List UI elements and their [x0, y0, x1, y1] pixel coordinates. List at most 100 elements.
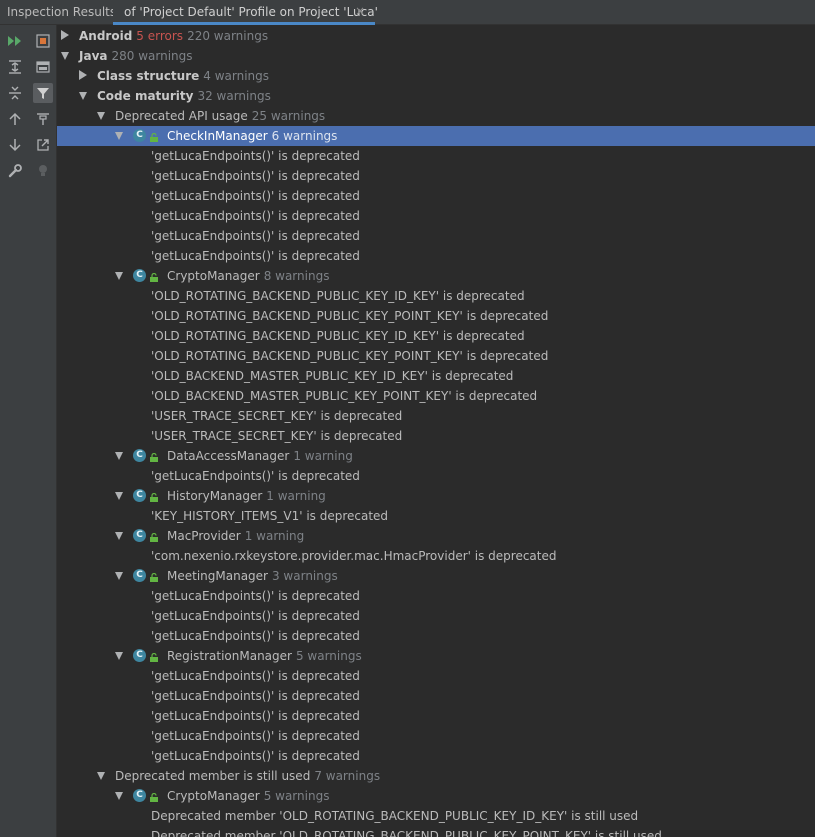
problem-row[interactable]: 'getLucaEndpoints()' is deprecated	[57, 166, 815, 186]
problem-row[interactable]: 'getLucaEndpoints()' is deprecated	[57, 726, 815, 746]
tool-window-header: Inspection Results: of 'Project Default'…	[0, 0, 815, 25]
problem-description: 'OLD_BACKEND_MASTER_PUBLIC_KEY_POINT_KEY…	[151, 389, 538, 403]
problem-row[interactable]: 'OLD_ROTATING_BACKEND_PUBLIC_KEY_ID_KEY'…	[57, 326, 815, 346]
warning-count: 1 warning	[244, 529, 305, 543]
export-icon[interactable]	[33, 135, 53, 155]
inspection-results-tree[interactable]: Android 5 errors 220 warnings Java 280 warni…	[57, 26, 815, 837]
tree-node-inspection[interactable]: Deprecated member is still used 7 warning…	[57, 766, 815, 786]
problem-row[interactable]: 'OLD_ROTATING_BACKEND_PUBLIC_KEY_POINT_K…	[57, 346, 815, 366]
warning-count: 5 warnings	[295, 649, 362, 663]
expanded-arrow-icon[interactable]	[115, 272, 123, 280]
problem-row[interactable]: 'getLucaEndpoints()' is deprecated	[57, 666, 815, 686]
problem-description: 'getLucaEndpoints()' is deprecated	[151, 229, 360, 243]
class-icon: C	[133, 269, 146, 282]
collapsed-arrow-icon[interactable]	[79, 70, 87, 80]
warning-count: 32 warnings	[197, 89, 271, 103]
problem-description: 'OLD_ROTATING_BACKEND_PUBLIC_KEY_POINT_K…	[151, 309, 549, 323]
expanded-arrow-icon[interactable]	[115, 132, 123, 140]
tree-node-class[interactable]: C RegistrationManager 5 warnings	[57, 646, 815, 666]
warning-count: 220 warnings	[187, 29, 269, 43]
problem-description: Deprecated member 'OLD_ROTATING_BACKEND_…	[151, 809, 639, 823]
problem-description: 'getLucaEndpoints()' is deprecated	[151, 149, 360, 163]
previous-icon[interactable]	[5, 109, 25, 129]
tree-node-class[interactable]: C CryptoManager 8 warnings	[57, 266, 815, 286]
filter-icon[interactable]	[33, 83, 53, 103]
problem-row[interactable]: 'getLucaEndpoints()' is deprecated	[57, 466, 815, 486]
class-name: MacProvider	[167, 529, 241, 543]
tab-inspection-profile[interactable]: of 'Project Default' Profile on Project …	[113, 0, 378, 25]
problem-row[interactable]: 'getLucaEndpoints()' is deprecated	[57, 206, 815, 226]
collapsed-arrow-icon[interactable]	[61, 30, 69, 40]
problem-row[interactable]: Deprecated member 'OLD_ROTATING_BACKEND_…	[57, 826, 815, 837]
error-count: 5 errors	[136, 29, 184, 43]
expanded-arrow-icon[interactable]	[115, 452, 123, 460]
access-lock-icon	[150, 791, 158, 802]
warning-count: 1 warning	[293, 449, 353, 463]
tree-node-class[interactable]: C CryptoManager 5 warnings	[57, 786, 815, 806]
class-icon: C	[133, 129, 146, 142]
group-by-icon[interactable]	[33, 57, 53, 77]
warning-count: 25 warnings	[251, 109, 326, 123]
problem-row[interactable]: 'com.nexenio.rxkeystore.provider.mac.Hma…	[57, 546, 815, 566]
warning-count: 3 warnings	[271, 569, 338, 583]
problem-row[interactable]: 'OLD_ROTATING_BACKEND_PUBLIC_KEY_POINT_K…	[57, 306, 815, 326]
expanded-arrow-icon[interactable]	[97, 112, 105, 120]
tab-label: of 'Project Default' Profile on Project …	[124, 5, 378, 19]
lightbulb-icon[interactable]	[33, 161, 53, 181]
tree-node-group[interactable]: Class structure 4 warnings	[57, 66, 815, 86]
problem-description: 'getLucaEndpoints()' is deprecated	[151, 709, 360, 723]
problem-row[interactable]: 'OLD_BACKEND_MASTER_PUBLIC_KEY_POINT_KEY…	[57, 386, 815, 406]
problem-row[interactable]: 'getLucaEndpoints()' is deprecated	[57, 706, 815, 726]
stop-icon[interactable]	[33, 31, 53, 51]
problem-row[interactable]: 'getLucaEndpoints()' is deprecated	[57, 586, 815, 606]
expanded-arrow-icon[interactable]	[97, 772, 105, 780]
problem-row[interactable]: 'getLucaEndpoints()' is deprecated	[57, 226, 815, 246]
problem-description: 'getLucaEndpoints()' is deprecated	[151, 189, 360, 203]
next-icon[interactable]	[5, 135, 25, 155]
tree-node-class[interactable]: C DataAccessManager 1 warning	[57, 446, 815, 466]
problem-row[interactable]: 'KEY_HISTORY_ITEMS_V1' is deprecated	[57, 506, 815, 526]
tree-node-group[interactable]: Android 5 errors 220 warnings	[57, 26, 815, 46]
tree-node-group[interactable]: Code maturity 32 warnings	[57, 86, 815, 106]
problem-description: 'KEY_HISTORY_ITEMS_V1' is deprecated	[151, 509, 389, 523]
problem-description: 'getLucaEndpoints()' is deprecated	[151, 589, 360, 603]
expanded-arrow-icon[interactable]	[115, 492, 123, 500]
expanded-arrow-icon[interactable]	[61, 52, 69, 60]
expand-all-icon[interactable]	[5, 57, 25, 77]
problem-row[interactable]: 'USER_TRACE_SECRET_KEY' is deprecated	[57, 426, 815, 446]
expanded-arrow-icon[interactable]	[115, 572, 123, 580]
problem-row[interactable]: 'OLD_ROTATING_BACKEND_PUBLIC_KEY_ID_KEY'…	[57, 286, 815, 306]
close-tab-icon[interactable]: ×	[355, 4, 365, 18]
problem-row[interactable]: 'getLucaEndpoints()' is deprecated	[57, 686, 815, 706]
problem-row[interactable]: 'getLucaEndpoints()' is deprecated	[57, 186, 815, 206]
tree-node-class[interactable]: C MeetingManager 3 warnings	[57, 566, 815, 586]
tree-node-class[interactable]: C CheckInManager 6 warnings	[57, 126, 815, 146]
expanded-arrow-icon[interactable]	[79, 92, 87, 100]
settings-wrench-icon[interactable]	[5, 161, 25, 181]
problem-row[interactable]: Deprecated member 'OLD_ROTATING_BACKEND_…	[57, 806, 815, 826]
tree-node-class[interactable]: C HistoryManager 1 warning	[57, 486, 815, 506]
problem-row[interactable]: 'getLucaEndpoints()' is deprecated	[57, 246, 815, 266]
problem-row[interactable]: 'USER_TRACE_SECRET_KEY' is deprecated	[57, 406, 815, 426]
tree-node-class[interactable]: C MacProvider 1 warning	[57, 526, 815, 546]
problem-row[interactable]: 'getLucaEndpoints()' is deprecated	[57, 146, 815, 166]
problem-row[interactable]: 'getLucaEndpoints()' is deprecated	[57, 746, 815, 766]
problem-row[interactable]: 'OLD_BACKEND_MASTER_PUBLIC_KEY_ID_KEY' i…	[57, 366, 815, 386]
warning-count: 8 warnings	[263, 269, 330, 283]
expanded-arrow-icon[interactable]	[115, 652, 123, 660]
problem-row[interactable]: 'getLucaEndpoints()' is deprecated	[57, 626, 815, 646]
problem-description: 'USER_TRACE_SECRET_KEY' is deprecated	[151, 409, 403, 423]
collapse-all-icon[interactable]	[5, 83, 25, 103]
pin-icon[interactable]	[33, 109, 53, 129]
class-name: CryptoManager	[167, 789, 260, 803]
problem-description: 'getLucaEndpoints()' is deprecated	[151, 669, 360, 683]
expanded-arrow-icon[interactable]	[115, 532, 123, 540]
problem-row[interactable]: 'getLucaEndpoints()' is deprecated	[57, 606, 815, 626]
tree-node-inspection[interactable]: Deprecated API usage 25 warnings	[57, 106, 815, 126]
problem-description: 'OLD_ROTATING_BACKEND_PUBLIC_KEY_POINT_K…	[151, 349, 549, 363]
rerun-icon[interactable]	[5, 31, 25, 51]
warning-count: 7 warnings	[314, 769, 381, 783]
tree-node-group[interactable]: Java 280 warnings	[57, 46, 815, 66]
problem-description: Deprecated member 'OLD_ROTATING_BACKEND_…	[151, 829, 662, 837]
expanded-arrow-icon[interactable]	[115, 792, 123, 800]
